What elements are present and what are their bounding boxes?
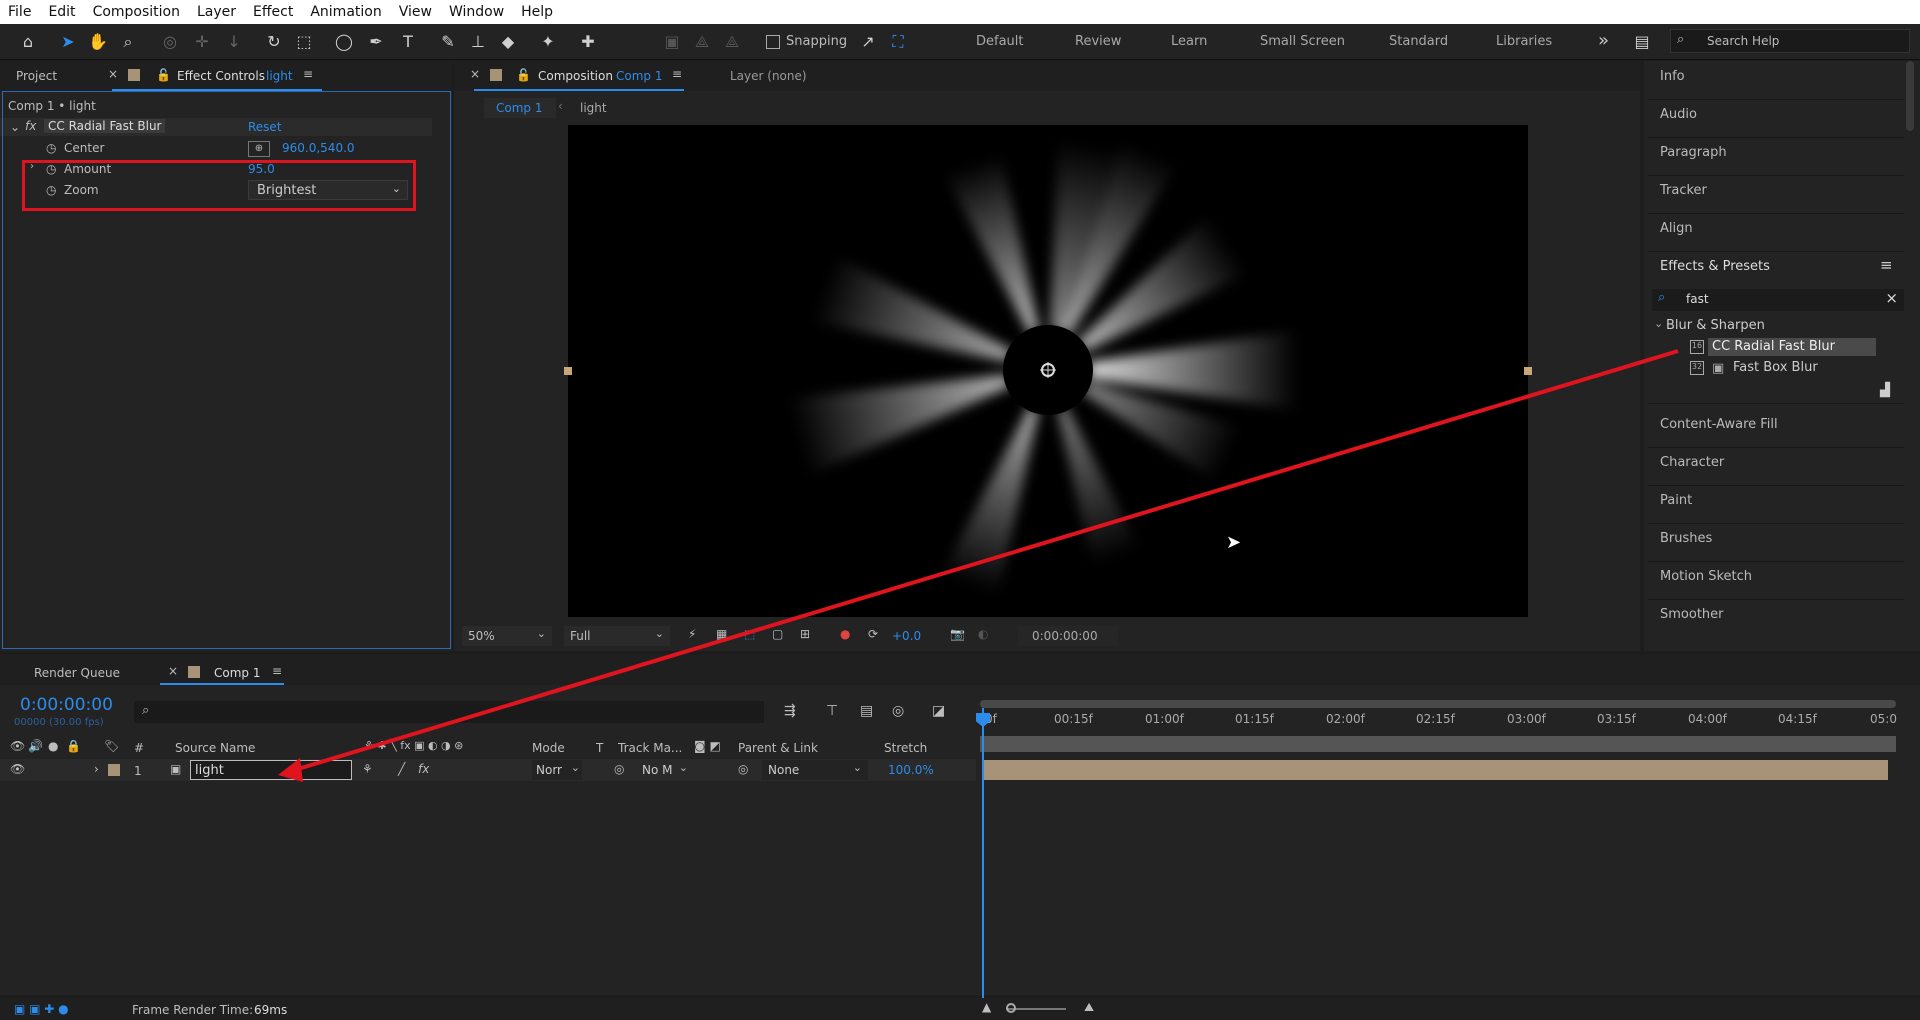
zoom-in-icon[interactable]: ⛰ <box>1084 1000 1094 1015</box>
zoom-out-icon[interactable]: ▲ <box>982 1000 991 1014</box>
timeline-zoom-handle[interactable] <box>1006 1003 1016 1013</box>
layer-switches-toggle-icon[interactable]: ▣ ▣ ✚ ● <box>14 1002 69 1016</box>
status-bar <box>0 998 1920 1020</box>
mouse-cursor-icon: ➤ <box>1226 532 1242 553</box>
frame-render-time-label: Frame Render Time: <box>132 1003 254 1017</box>
annotation-arrow <box>278 349 1679 782</box>
frame-render-time-value: 69ms <box>254 1003 288 1017</box>
